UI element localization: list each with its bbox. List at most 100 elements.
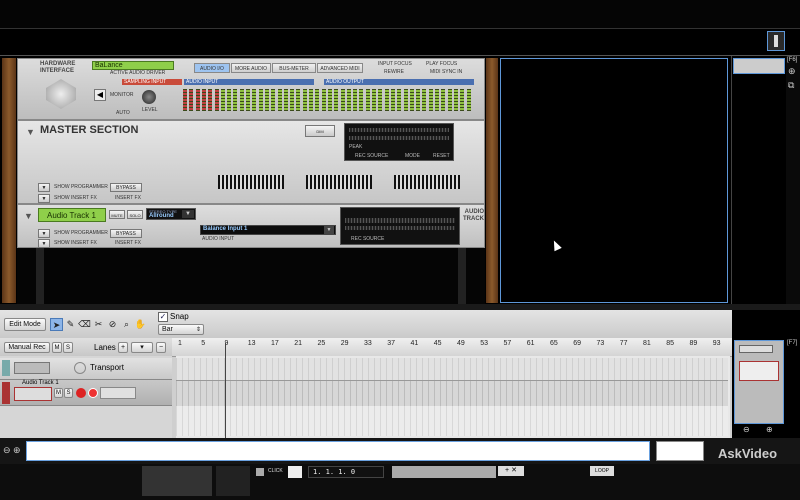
track-show-insert: SHOW INSERT FX [54, 240, 97, 246]
show-programmer-toggle[interactable]: ▼ [38, 183, 50, 192]
show-insert-toggle[interactable]: ▼ [38, 194, 50, 203]
audio-input-select[interactable]: Balance Input 1 ▼ [200, 225, 336, 235]
audio-track-name[interactable]: Audio Track 1 [38, 208, 106, 222]
split-icon[interactable]: ⊕ [788, 66, 796, 77]
remove-lane-icon[interactable]: − [156, 342, 166, 353]
mute-tool-icon[interactable]: ⊘ [106, 318, 119, 331]
track-volume-display[interactable] [100, 387, 136, 399]
edit-mode-button[interactable]: Edit Mode [4, 318, 46, 331]
mute-all-button[interactable]: M [52, 342, 62, 353]
meter-channel [220, 89, 225, 111]
meter-channel [201, 89, 206, 111]
transport-lane[interactable] [176, 358, 728, 380]
song-position-display[interactable]: 1. 1. 1. 0 [308, 466, 384, 478]
record-enable-icon[interactable] [76, 388, 86, 398]
level-knob[interactable] [142, 90, 156, 104]
input-focus-label[interactable]: INPUT FOCUS [378, 61, 412, 67]
solo-all-button[interactable]: S [63, 342, 73, 353]
tab-audio-io[interactable]: AUDIO I/O [194, 63, 230, 73]
play-focus-label[interactable]: PLAY FOCUS [426, 61, 457, 67]
rack-rail-right [458, 248, 466, 304]
track-show-insert-toggle[interactable]: ▼ [38, 239, 50, 248]
track-row-audio[interactable]: Audio Track 1 M S [0, 380, 172, 406]
solo-button[interactable]: SOLO [127, 210, 143, 219]
ruler-tick: 77 [619, 340, 628, 347]
monitor-icon[interactable] [88, 388, 98, 398]
stereo-dropdown-icon[interactable]: ▼ [182, 210, 194, 218]
audio-output-header: AUDIO OUTPUT [324, 79, 474, 85]
rack-overview-thumbnail[interactable] [733, 58, 785, 74]
audio-track-label: AUDIO TRACK [463, 209, 484, 222]
overview-scroll[interactable] [656, 441, 704, 461]
collapse-arrow-icon[interactable]: ▼ [26, 127, 35, 137]
dim-button[interactable]: DIM [305, 125, 335, 137]
hand-tool-icon[interactable]: ✋ [134, 318, 147, 331]
timeline-ruler[interactable]: 1 5 9 13 17 21 25 29 33 37 41 45 49 53 57 61 65 69 73 77 81 8… [172, 338, 732, 357]
transport-knob-icon [74, 362, 86, 374]
rack-empty-area[interactable] [500, 58, 728, 303]
pencil-tool-icon[interactable]: ✎ [64, 318, 77, 331]
rack-wood-left [2, 58, 16, 303]
ruler-tick: 5 [201, 340, 206, 347]
loop-button[interactable]: LOOP [590, 466, 614, 476]
ruler-tick: 93 [712, 340, 721, 347]
ruler-tick: 49 [457, 340, 465, 347]
track-bypass-button[interactable]: BYPASS [110, 229, 142, 238]
detach-icon[interactable]: ⧉ [788, 80, 794, 91]
add-lane-icon[interactable]: + [118, 342, 128, 353]
audio-lane[interactable] [176, 380, 728, 407]
meter-channel [378, 89, 383, 111]
tab-bus-meter[interactable]: BUS-METER [272, 63, 316, 73]
ruler-tick: 17 [271, 340, 279, 347]
meter-channel [290, 89, 295, 111]
track-show-programmer: SHOW PROGRAMMER [54, 230, 108, 236]
h-zoom-in-icon[interactable]: ⊕ [13, 445, 21, 456]
track-row-transport[interactable]: Transport [0, 358, 172, 380]
arrow-tool-icon[interactable]: ➤ [50, 318, 63, 331]
snap-checkbox[interactable]: ✓ [158, 312, 168, 322]
lane-menu-icon[interactable]: ▾ [131, 342, 153, 353]
io-meters [183, 87, 475, 115]
watermark: AskVideo [718, 446, 778, 461]
playhead[interactable] [225, 343, 226, 438]
rack-scroll-thumb[interactable] [767, 31, 785, 51]
horizontal-scrollbar[interactable] [26, 441, 650, 461]
transport-controls[interactable] [392, 466, 496, 478]
precount-button[interactable] [288, 466, 302, 478]
track-solo-button[interactable]: S [64, 388, 73, 398]
audio-input-dropdown-icon[interactable]: ▼ [324, 226, 334, 234]
track-collapse-arrow-icon[interactable]: ▼ [24, 211, 33, 221]
master-bypass-button[interactable]: BYPASS [110, 183, 142, 192]
rack-vertical-scroll[interactable] [786, 56, 800, 304]
empty-lane[interactable] [176, 406, 728, 436]
tab-advanced-midi[interactable]: ADVANCED MIDI [317, 63, 363, 73]
zoom-out-icon[interactable]: ⊖ [743, 425, 750, 434]
manual-rec-button[interactable]: Manual Rec [4, 342, 50, 353]
master-section-panel: ▼ MASTER SECTION DIM PEAK REC SOURCE MOD… [17, 120, 485, 204]
rack-overview-bar[interactable] [0, 28, 800, 56]
track-mute-button[interactable]: M [54, 388, 63, 398]
razor-tool-icon[interactable]: ✂ [92, 318, 105, 331]
meter-channel [390, 89, 395, 111]
audio-track-color-bar [2, 382, 10, 404]
track-show-programmer-toggle[interactable]: ▼ [38, 229, 50, 238]
speaker-icon[interactable]: ◀ [94, 89, 106, 101]
eraser-tool-icon[interactable]: ⌫ [78, 318, 91, 331]
snap-value-select[interactable]: Bar ⇕ [158, 324, 204, 335]
mode-label[interactable]: MODE [405, 153, 420, 159]
sequencer-mini-view[interactable] [734, 340, 784, 424]
rack-overview-column [731, 56, 787, 304]
mute-button[interactable]: MUTE [109, 210, 125, 219]
zoom-in-icon[interactable]: ⊕ [766, 425, 773, 434]
master-rec-source[interactable]: REC SOURCE [355, 153, 388, 159]
add-remove-bar[interactable]: + ✕ [498, 466, 524, 476]
driver-display[interactable]: BaLance [92, 61, 174, 70]
tab-more-audio[interactable]: MORE AUDIO [231, 63, 271, 73]
track-rec-source[interactable]: REC SOURCE [351, 236, 384, 242]
magnify-tool-icon[interactable]: ⌕ [120, 318, 133, 331]
audio-track-list-name[interactable]: Audio Track 1 [22, 380, 59, 386]
h-zoom-out-icon[interactable]: ⊖ [3, 445, 11, 456]
reset-label[interactable]: RESET [433, 153, 450, 159]
click-toggle[interactable] [256, 468, 264, 476]
driver-label: ACTIVE AUDIO DRIVER [110, 70, 166, 76]
